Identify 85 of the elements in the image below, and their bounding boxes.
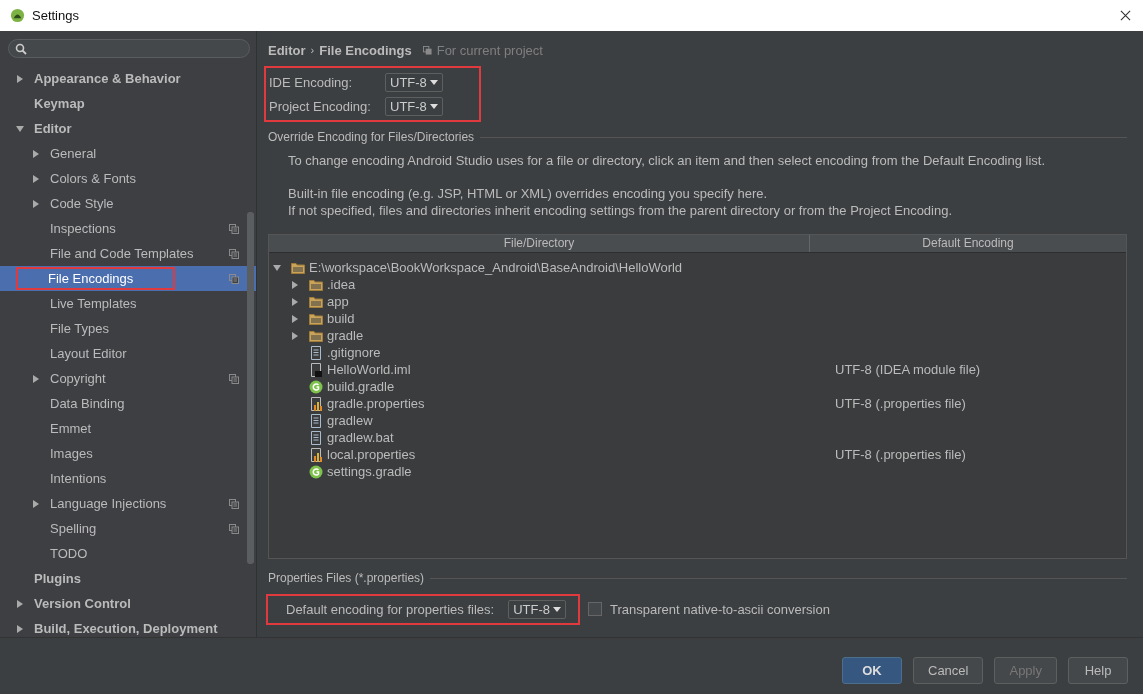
expand-arrow-icon[interactable] bbox=[273, 263, 281, 272]
scope-label: For current project bbox=[436, 42, 543, 58]
dialog-button[interactable]: Cancel bbox=[913, 656, 984, 684]
settings-tree-item[interactable]: Layout Editor bbox=[0, 341, 256, 366]
expand-arrow-icon[interactable] bbox=[32, 149, 40, 158]
breadcrumb-current: File Encodings bbox=[319, 42, 412, 58]
file-name[interactable]: .gitignore bbox=[327, 345, 381, 360]
expand-arrow-icon[interactable] bbox=[16, 124, 24, 133]
settings-tree-item[interactable]: Keymap bbox=[0, 91, 256, 116]
caret-icon bbox=[429, 103, 438, 109]
close-icon[interactable] bbox=[1120, 10, 1131, 21]
search-icon bbox=[15, 42, 27, 55]
breadcrumb-separator: › bbox=[310, 44, 315, 56]
settings-tree-item[interactable]: Data Binding bbox=[0, 391, 256, 416]
column-header[interactable]: Default Encoding bbox=[810, 235, 1126, 252]
settings-tree-item[interactable]: File Types bbox=[0, 316, 256, 341]
properties-encoding-dropdown[interactable]: UTF-8 bbox=[508, 599, 566, 619]
expand-arrow-icon[interactable] bbox=[291, 314, 299, 323]
app-logo-icon bbox=[10, 8, 25, 23]
settings-tree-item[interactable]: Code Style bbox=[0, 191, 256, 216]
window-title: Settings bbox=[32, 8, 80, 23]
settings-tree-item[interactable]: Images bbox=[0, 441, 256, 466]
dialog-button[interactable]: Help bbox=[1068, 656, 1128, 684]
group-title: Properties Files (*.properties) bbox=[268, 571, 425, 585]
expand-arrow-icon[interactable] bbox=[16, 624, 24, 633]
settings-tree-item[interactable]: Plugins bbox=[0, 566, 256, 591]
checkbox-label[interactable]: Transparent native-to-ascii conversion bbox=[609, 601, 830, 617]
properties-encoding-label: Default encoding for properties files: bbox=[286, 601, 495, 617]
settings-tree-item[interactable]: Copyright bbox=[0, 366, 256, 391]
file-name[interactable]: build.gradle bbox=[327, 379, 395, 394]
group-title: Override Encoding for Files/Directories bbox=[268, 130, 475, 144]
settings-tree-item[interactable]: General bbox=[0, 141, 256, 166]
description-text: To change encoding Android Studio uses for a file or directory, click an item and then select encoding from the Default Encoding list. bbox=[288, 152, 1047, 169]
file-name[interactable]: gradlew bbox=[327, 413, 373, 428]
encoding-label: Project Encoding: bbox=[269, 98, 372, 114]
file-name[interactable]: app bbox=[327, 294, 349, 309]
column-header[interactable]: File/Directory bbox=[269, 235, 810, 252]
expand-arrow-icon[interactable] bbox=[32, 499, 40, 508]
settings-tree-item[interactable]: Build, Execution, Deployment bbox=[0, 616, 256, 641]
file-name[interactable]: gradle bbox=[327, 328, 364, 343]
checkbox[interactable] bbox=[587, 602, 602, 616]
settings-tree-item[interactable]: Appearance & Behavior bbox=[0, 66, 256, 91]
file-name[interactable]: build bbox=[327, 311, 355, 326]
encoding-label: IDE Encoding: bbox=[269, 74, 354, 90]
caret-icon bbox=[429, 79, 438, 85]
settings-tree-item[interactable]: TODO bbox=[0, 541, 256, 566]
expand-arrow-icon[interactable] bbox=[16, 599, 24, 608]
expand-arrow-icon[interactable] bbox=[16, 74, 24, 83]
expand-arrow-icon[interactable] bbox=[291, 297, 299, 306]
breadcrumb-parent: Editor bbox=[268, 42, 306, 58]
file-encoding[interactable]: UTF-8 (.properties file) bbox=[831, 447, 966, 462]
expand-arrow-icon[interactable] bbox=[32, 374, 40, 383]
file-encoding[interactable]: UTF-8 (.properties file) bbox=[831, 396, 966, 411]
settings-tree-item[interactable]: Spelling bbox=[0, 516, 256, 541]
settings-tree-item[interactable]: Colors & Fonts bbox=[0, 166, 256, 191]
file-name[interactable]: local.properties bbox=[327, 447, 416, 462]
expand-arrow-icon[interactable] bbox=[291, 280, 299, 289]
settings-tree-item[interactable]: File and Code Templates bbox=[0, 241, 256, 266]
file-name[interactable]: HelloWorld.iml bbox=[327, 362, 411, 377]
expand-arrow-icon[interactable] bbox=[291, 331, 299, 340]
search-field[interactable] bbox=[8, 39, 250, 58]
project-copy-icon bbox=[422, 45, 432, 55]
settings-tree-item[interactable]: Emmet bbox=[0, 416, 256, 441]
settings-tree-item[interactable]: File Encodings bbox=[0, 266, 256, 291]
file-name[interactable]: gradle.properties bbox=[327, 396, 425, 411]
settings-tree-item[interactable]: Editor bbox=[0, 116, 256, 141]
caret-icon bbox=[552, 606, 561, 612]
description-text: If not specified, files and directories inherit encoding settings from the parent directory or from the Project Encoding. bbox=[288, 202, 954, 219]
dialog-button[interactable]: OK bbox=[842, 656, 902, 684]
file-name[interactable]: settings.gradle bbox=[327, 464, 412, 479]
scrollbar[interactable] bbox=[247, 212, 254, 564]
settings-tree-item[interactable]: Version Control bbox=[0, 591, 256, 616]
file-encoding[interactable]: UTF-8 (IDEA module file) bbox=[831, 362, 981, 377]
settings-tree-item[interactable]: Inspections bbox=[0, 216, 256, 241]
settings-tree-item[interactable]: Live Templates bbox=[0, 291, 256, 316]
settings-tree-item[interactable]: Language Injections bbox=[0, 491, 256, 516]
encoding-dropdown[interactable]: UTF-8 bbox=[385, 72, 443, 92]
description-text: Built-in file encoding (e.g. JSP, HTML or XML) overrides encoding you specify here. bbox=[288, 185, 769, 202]
expand-arrow-icon[interactable] bbox=[32, 174, 40, 183]
expand-arrow-icon[interactable] bbox=[32, 199, 40, 208]
file-name[interactable]: E:\workspace\BookWorkspace_Android\BaseAndroid\HelloWorld bbox=[309, 260, 683, 275]
file-name[interactable]: .idea bbox=[327, 277, 356, 292]
file-name[interactable]: gradlew.bat bbox=[327, 430, 394, 445]
settings-tree-item[interactable]: Intentions bbox=[0, 466, 256, 491]
encoding-dropdown[interactable]: UTF-8 bbox=[385, 96, 443, 116]
